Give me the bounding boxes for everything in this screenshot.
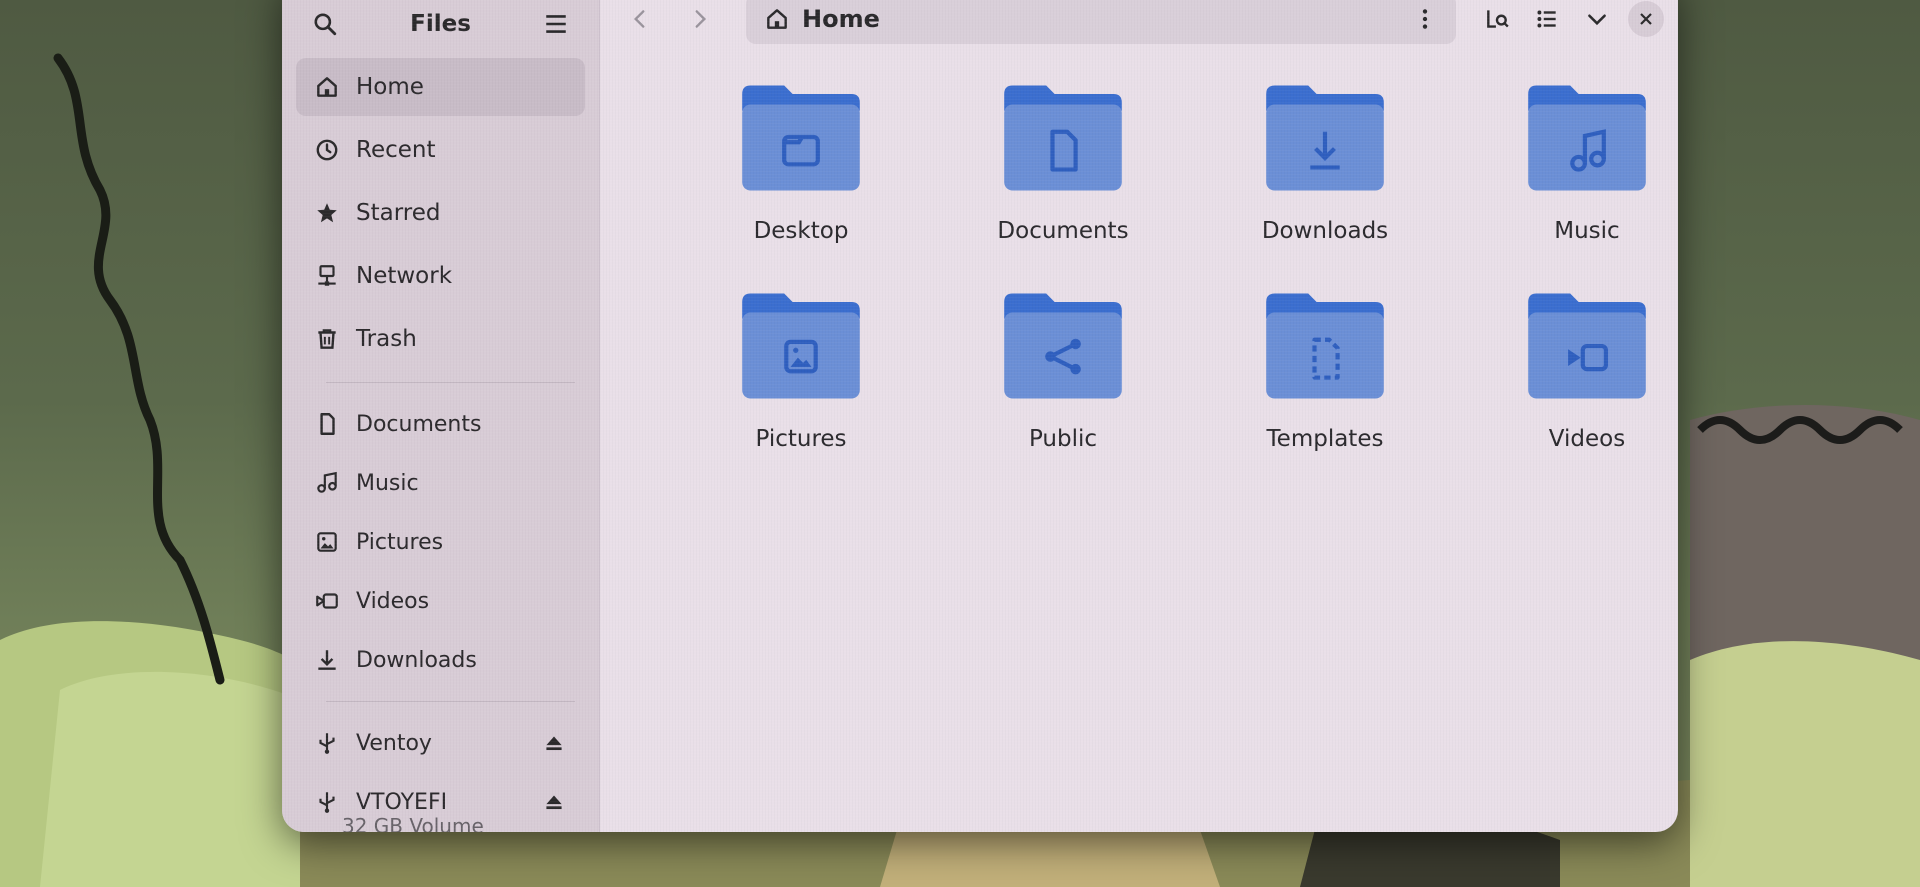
music-folder-icon: [1528, 85, 1646, 191]
templates-folder-icon: [1266, 293, 1384, 399]
folder-label: Downloads: [1261, 218, 1389, 244]
bookmarks-list: Documents Music Pictures Videos Download…: [282, 397, 599, 687]
sidebar-item-label: VTOYEFI: [356, 789, 448, 815]
devices-list: Ventoy VTOYEFI: [282, 716, 599, 829]
files-window: Files Home Recent Starred Network Trash …: [282, 0, 1678, 832]
sidebar-separator: [326, 701, 575, 702]
picture-icon: [317, 532, 337, 552]
main-menu-button[interactable]: [537, 5, 575, 43]
sidebar-item-label: Videos: [356, 588, 430, 614]
location-bar[interactable]: Home: [746, 0, 1456, 44]
trash-icon: [318, 329, 336, 349]
sidebar-item-label: Network: [356, 263, 453, 289]
pictures-folder-icon: [742, 293, 860, 399]
folder-label: Music: [1554, 218, 1620, 244]
close-icon: [1640, 13, 1652, 25]
documents-folder-icon: [1004, 85, 1122, 191]
breadcrumb-home[interactable]: Home: [802, 5, 880, 33]
usb-icon: [319, 792, 335, 813]
header-bar: Home: [600, 0, 1678, 50]
more-options-icon[interactable]: [1412, 6, 1438, 32]
sidebar-item-home[interactable]: Home: [296, 58, 585, 116]
sidebar-item-label: Recent: [356, 137, 436, 163]
view-list-button[interactable]: [1528, 0, 1566, 38]
video-icon: [316, 593, 338, 609]
document-icon: [320, 413, 335, 435]
chevron-left-icon: [633, 10, 645, 28]
sidebar: Files Home Recent Starred Network Trash …: [282, 0, 600, 832]
sidebar-item-pictures[interactable]: Pictures: [296, 515, 585, 569]
folder-label: Public: [1028, 426, 1098, 452]
search-in-folder-button[interactable]: [1478, 0, 1516, 38]
list-view-icon: [1537, 10, 1556, 28]
sidebar-item-label: Music: [356, 470, 419, 496]
search-button[interactable]: [306, 5, 344, 43]
header-actions: [1478, 0, 1664, 38]
clock-icon: [316, 139, 338, 161]
chevron-down-icon: [1588, 14, 1606, 26]
sidebar-item-downloads[interactable]: Downloads: [296, 633, 585, 687]
folder-label: Pictures: [755, 426, 847, 452]
music-icon: [317, 471, 337, 493]
search-icon: [314, 13, 337, 36]
sidebar-item-label: Ventoy: [356, 730, 432, 756]
eject-icon[interactable]: [541, 730, 567, 756]
home-icon: [767, 9, 787, 29]
app-title: Files: [410, 11, 471, 37]
places-list: Home Recent Starred Network Trash: [282, 58, 599, 368]
view-options-button[interactable]: [1578, 0, 1616, 38]
folder-label: Documents: [997, 218, 1129, 244]
network-icon: [318, 265, 336, 286]
sidebar-separator: [326, 382, 575, 383]
folder-label: Videos: [1548, 426, 1626, 452]
folder-grid: Desktop Documents Downloads Music Pictur…: [670, 74, 1670, 452]
folder-item-music[interactable]: Music: [1456, 74, 1678, 244]
sidebar-item-starred[interactable]: Starred: [296, 184, 585, 242]
forward-button[interactable]: [674, 0, 726, 43]
star-icon: [317, 203, 337, 223]
folder-item-desktop[interactable]: Desktop: [670, 74, 932, 244]
downloads-folder-icon: [1266, 85, 1384, 191]
folder-label: Templates: [1266, 426, 1384, 452]
sidebar-item-videos[interactable]: Videos: [296, 574, 585, 628]
sidebar-item-recent[interactable]: Recent: [296, 121, 585, 179]
folder-item-templates[interactable]: Templates: [1194, 282, 1456, 452]
folder-item-videos[interactable]: Videos: [1456, 282, 1678, 452]
sidebar-item-network[interactable]: Network: [296, 247, 585, 305]
sidebar-item-label: Documents: [356, 411, 482, 437]
sidebar-item-label: Home: [356, 74, 424, 100]
sidebar-item-ventoy[interactable]: Ventoy: [296, 716, 585, 770]
download-icon: [318, 650, 336, 670]
sidebar-item-label: Trash: [356, 326, 417, 352]
videos-folder-icon: [1528, 293, 1646, 399]
folder-item-pictures[interactable]: Pictures: [670, 282, 932, 452]
folder-item-downloads[interactable]: Downloads: [1194, 74, 1456, 244]
search-folder-icon: [1487, 10, 1509, 28]
sidebar-item-documents[interactable]: Documents: [296, 397, 585, 451]
sidebar-item-music[interactable]: Music: [296, 456, 585, 510]
chevron-right-icon: [695, 10, 707, 28]
home-icon: [317, 77, 337, 97]
usb-icon: [319, 733, 335, 754]
hamburger-menu-icon: [546, 15, 566, 33]
sidebar-header: Files: [282, 0, 599, 48]
sidebar-item-label: Starred: [356, 200, 441, 226]
back-button[interactable]: [614, 0, 666, 43]
sidebar-item-label: Downloads: [356, 647, 477, 673]
main-content: Home Desktop Documents Downloads Music P…: [600, 0, 1678, 832]
close-button[interactable]: [1628, 1, 1664, 37]
desktop-folder-icon: [742, 85, 860, 191]
folder-label: Desktop: [753, 218, 849, 244]
sidebar-item-volume-cutoff[interactable]: 32 GB Volume: [342, 814, 484, 832]
public-folder-icon: [1004, 293, 1122, 399]
folder-item-public[interactable]: Public: [932, 282, 1194, 452]
eject-icon[interactable]: [541, 789, 567, 815]
sidebar-item-label: Pictures: [356, 529, 444, 555]
sidebar-item-trash[interactable]: Trash: [296, 310, 585, 368]
folder-item-documents[interactable]: Documents: [932, 74, 1194, 244]
